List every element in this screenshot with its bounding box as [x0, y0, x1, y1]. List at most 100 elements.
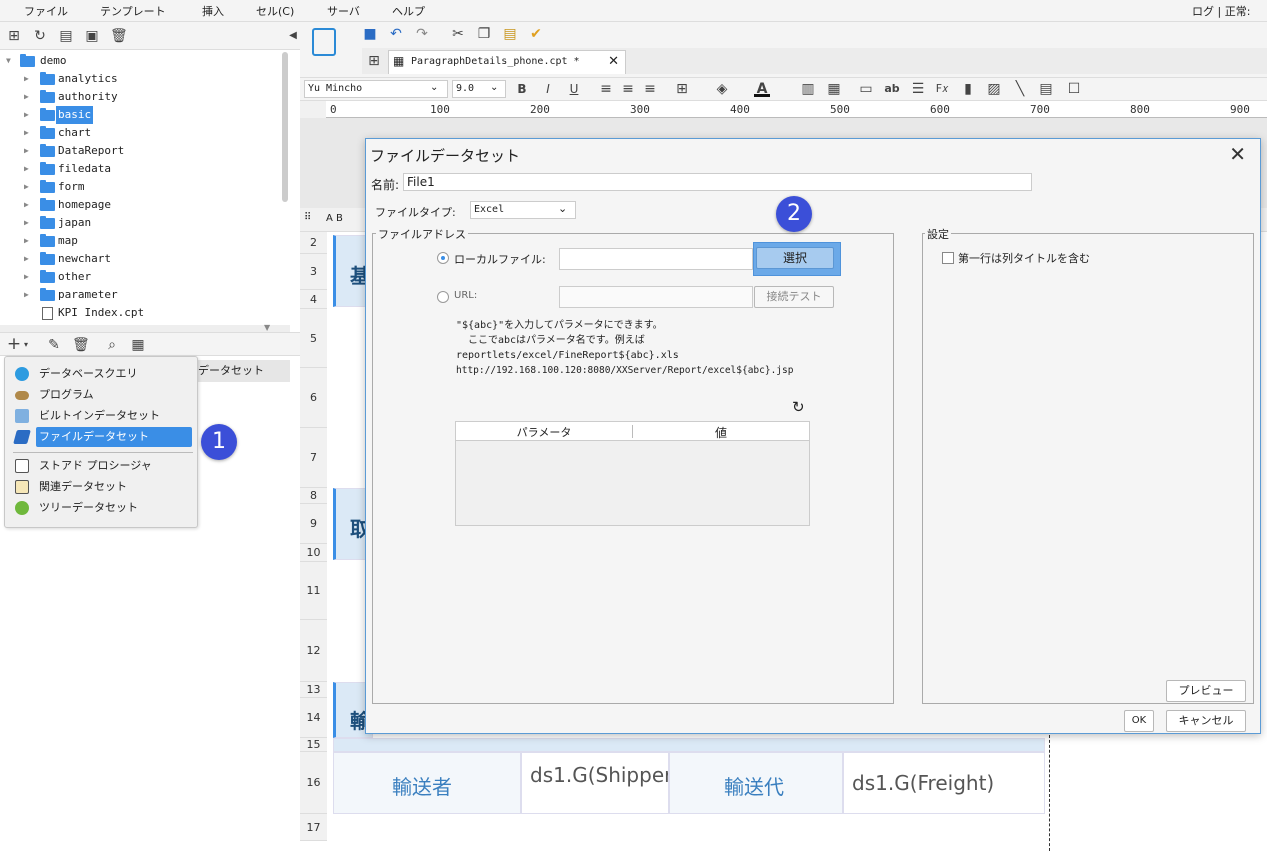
expand-icon[interactable]: ▶	[24, 70, 29, 88]
expand-icon[interactable]: ▶	[24, 196, 29, 214]
ok-button[interactable]: OK	[1124, 710, 1154, 732]
merge-icon[interactable]: ▥	[800, 81, 816, 97]
cell-element-icon[interactable]: ☐	[1066, 81, 1082, 97]
align-center-icon[interactable]: ≡	[620, 81, 636, 97]
tree-item-newchart[interactable]: ▶ newchart	[0, 250, 290, 268]
tree-item-filedata[interactable]: ▶ filedata	[0, 160, 290, 178]
tree-item-japan[interactable]: ▶ japan	[0, 214, 290, 232]
expand-icon[interactable]: ▶	[24, 124, 29, 142]
tree-item-authority[interactable]: ▶ authority	[0, 88, 290, 106]
rename-icon[interactable]: ▤	[58, 28, 74, 44]
redo-icon[interactable]: ↷	[414, 26, 430, 42]
menu-item-builtin[interactable]: ビルトインデータセット	[13, 406, 193, 426]
italic-icon[interactable]: I	[540, 81, 556, 97]
fill-color-icon[interactable]: ◈	[714, 81, 730, 97]
local-file-input[interactable]	[559, 248, 753, 270]
select-file-button[interactable]: 選択	[756, 247, 834, 269]
menu-insert[interactable]: 挿入	[202, 3, 224, 19]
tree-scrollbar[interactable]	[282, 52, 288, 202]
first-row-title-checkbox[interactable]	[942, 252, 954, 264]
expand-icon[interactable]: ▶	[24, 214, 29, 232]
undo-icon[interactable]: ↶	[388, 26, 404, 42]
font-color-icon[interactable]: A	[754, 81, 770, 97]
row-header[interactable]: 13	[300, 682, 327, 698]
local-file-radio[interactable]	[437, 252, 449, 264]
row-header[interactable]: 11	[300, 562, 327, 620]
font-dropdown-icon[interactable]: ⌄	[430, 82, 438, 93]
image-icon[interactable]: ▨	[986, 81, 1002, 97]
insert-line-icon[interactable]: ▭	[858, 81, 874, 97]
menu-item-program[interactable]: プログラム	[13, 385, 193, 405]
border-icon[interactable]: ⊞	[674, 81, 690, 97]
refresh-params-icon[interactable]: ↻	[792, 398, 805, 416]
row-header[interactable]: 5	[300, 309, 327, 368]
lock-icon[interactable]: ▣	[84, 28, 100, 44]
align-right-icon[interactable]: ≡	[642, 81, 658, 97]
format-painter-icon[interactable]: ✔	[528, 26, 544, 42]
paste-icon[interactable]: ▤	[502, 26, 518, 42]
grid-icon[interactable]: ⊞	[366, 53, 382, 69]
cell-freight-label[interactable]: 輸送代	[669, 752, 843, 814]
font-family-select[interactable]: Yu Mincho	[304, 80, 448, 98]
row-header[interactable]: 4	[300, 290, 327, 309]
menu-template[interactable]: テンプレート	[100, 3, 166, 19]
expand-icon[interactable]: ▶	[24, 268, 29, 286]
url-radio[interactable]	[437, 291, 449, 303]
preview-dataset-icon[interactable]: ⌕	[104, 337, 120, 353]
expand-icon[interactable]: ▶	[24, 88, 29, 106]
dropdown-arrow-icon[interactable]: ▾	[22, 337, 30, 353]
paragraph-icon[interactable]: ☰	[910, 81, 926, 97]
text-icon[interactable]: ab	[884, 81, 900, 97]
row-header[interactable]: 17	[300, 814, 327, 841]
add-dataset-icon[interactable]: +	[6, 336, 22, 353]
size-dropdown-icon[interactable]: ⌄	[490, 82, 498, 93]
tree-item-map[interactable]: ▶ map	[0, 232, 290, 250]
row-header[interactable]: 10	[300, 544, 327, 562]
tree-item-other[interactable]: ▶ other	[0, 268, 290, 286]
menu-item-file-dataset[interactable]: ファイルデータセット	[13, 427, 193, 447]
chart-icon[interactable]: ▮	[960, 81, 976, 97]
select-all-icon[interactable]: ⠿	[304, 212, 311, 223]
expand-icon[interactable]: ▶	[24, 106, 29, 124]
menu-item-db-query[interactable]: データベースクエリ	[13, 364, 193, 384]
row-header[interactable]: 7	[300, 428, 327, 488]
cancel-button[interactable]: キャンセル	[1166, 710, 1246, 732]
cell-freight-field[interactable]: ds1.G(Freight)	[843, 752, 1045, 814]
expand-icon[interactable]: ▼	[6, 52, 11, 70]
dataset-preview-icon[interactable]	[312, 28, 336, 56]
unmerge-icon[interactable]: ▦	[826, 81, 842, 97]
preview-button[interactable]: プレビュー	[1166, 680, 1246, 702]
menu-server[interactable]: サーバ	[327, 3, 360, 19]
bold-icon[interactable]: B	[514, 81, 530, 97]
tree-root[interactable]: ▼ demo	[0, 52, 290, 70]
row-header[interactable]: 14	[300, 698, 327, 738]
dataset-settings-icon[interactable]: ▦	[130, 337, 146, 353]
expand-icon[interactable]: ▶	[24, 232, 29, 250]
tree-item-basic[interactable]: ▶ basic	[0, 106, 290, 124]
splitter-arrow-icon[interactable]: ▼	[264, 323, 270, 332]
cut-icon[interactable]: ✂	[450, 26, 466, 42]
close-tab-icon[interactable]: ✕	[608, 54, 619, 69]
splitter[interactable]: ▼	[0, 323, 290, 332]
expand-icon[interactable]: ▶	[24, 178, 29, 196]
tree-item-chart[interactable]: ▶ chart	[0, 124, 290, 142]
row-header[interactable]: 16	[300, 752, 327, 814]
menu-file[interactable]: ファイル	[24, 3, 68, 19]
dataset-panel-tab[interactable]: データセット	[190, 360, 290, 382]
tree-item-parameter[interactable]: ▶ parameter	[0, 286, 290, 304]
slash-icon[interactable]: ╲	[1012, 81, 1028, 97]
row-header[interactable]: 6	[300, 368, 327, 428]
close-icon[interactable]: ✕	[1229, 142, 1246, 166]
edit-icon[interactable]: ✎	[46, 337, 62, 353]
tree-file-kpi[interactable]: KPI Index.cpt	[0, 304, 290, 322]
underline-icon[interactable]: U	[566, 81, 582, 97]
cell-shipper-label[interactable]: 輸送者	[333, 752, 521, 814]
tree-item-datareport[interactable]: ▶ DataReport	[0, 142, 290, 160]
url-input[interactable]	[559, 286, 753, 308]
collapse-left-icon[interactable]: ◀	[288, 28, 298, 44]
row-header[interactable]: 3	[300, 254, 327, 290]
menu-item-stored-procedure[interactable]: ストアド プロシージャ	[13, 456, 193, 476]
row-header[interactable]: 9	[300, 504, 327, 544]
cell-shipper-field[interactable]: ds1.G(ShipperID)	[521, 752, 669, 814]
row-header[interactable]: 15	[300, 738, 327, 752]
